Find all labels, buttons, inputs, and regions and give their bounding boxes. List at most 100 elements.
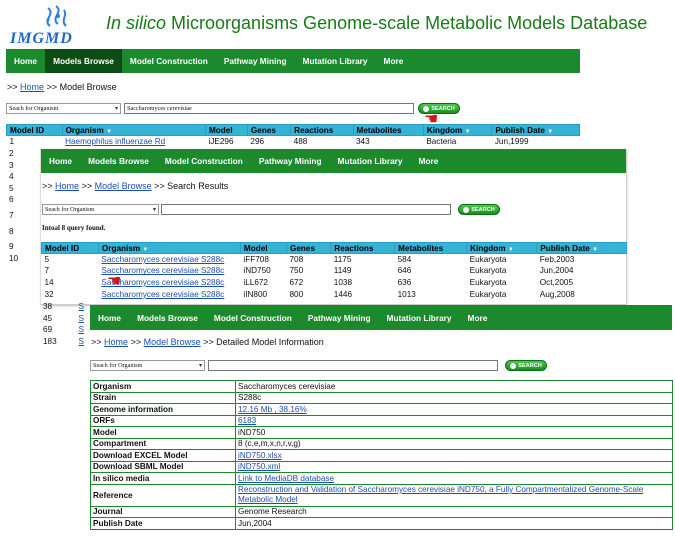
models-table: Model ID Organism ▼ Model Genes Reaction… bbox=[6, 124, 580, 147]
sort-icon: ▼ bbox=[507, 246, 514, 253]
row-id: 3 bbox=[9, 160, 14, 170]
organism-link[interactable]: S bbox=[79, 324, 84, 336]
nav-home[interactable]: Home bbox=[6, 49, 45, 73]
col-organism[interactable]: Organism ▼ bbox=[61, 124, 206, 136]
breadcrumb: >> Home >> Model Browse >> Search Result… bbox=[42, 181, 229, 191]
col-metabolites[interactable]: Metabolites bbox=[352, 124, 424, 136]
nav-model-construction[interactable]: Model Construction bbox=[206, 305, 300, 330]
col-organism[interactable]: Organism ▼ bbox=[97, 242, 241, 254]
download-sbml-link[interactable]: iND750.xml bbox=[238, 462, 280, 471]
search-input[interactable]: Saccharomyces cerevisiae bbox=[124, 103, 414, 114]
site-title: In silico Microorganisms Genome-scale Me… bbox=[106, 13, 648, 33]
table-row: 14 Saccharomyces cerevisiae S288c iLL672… bbox=[44, 277, 574, 287]
row-id: 9 bbox=[9, 242, 14, 252]
table-row: 1 Haemophilus influenzae Rd iJE296 296 4… bbox=[9, 137, 529, 147]
detail-row-organism: Organism Saccharomyces cerevisiae bbox=[90, 380, 673, 393]
nav-more[interactable]: More bbox=[411, 149, 447, 173]
breadcrumb-home[interactable]: Home bbox=[104, 337, 128, 347]
genome-info-link[interactable]: 12.16 Mb , 38.16% bbox=[238, 405, 307, 414]
model-detail-table: Organism Saccharomyces cerevisiae Strain S… bbox=[90, 380, 673, 530]
table-row: 183 S bbox=[43, 336, 84, 348]
sort-icon: ▼ bbox=[547, 128, 554, 135]
search-type-select[interactable]: Seach for Organism ▾ bbox=[6, 103, 121, 114]
nav-home[interactable]: Home bbox=[90, 305, 129, 330]
nav-home[interactable]: Home bbox=[41, 149, 80, 173]
row-id: 10 bbox=[9, 253, 19, 263]
col-metabolites[interactable]: Metabolites bbox=[394, 242, 468, 254]
results-table: Model ID Organism ▼ Model Genes Reaction… bbox=[41, 242, 627, 300]
chevron-down-icon: ▾ bbox=[114, 106, 118, 112]
col-reactions[interactable]: Reactions bbox=[330, 242, 396, 254]
col-reactions[interactable]: Reactions bbox=[290, 124, 354, 136]
col-publish-date[interactable]: Publish Date ▼ bbox=[491, 124, 580, 136]
breadcrumb-model-browse[interactable]: Model Browse bbox=[95, 181, 152, 191]
organism-link[interactable]: S bbox=[79, 301, 84, 313]
sort-icon: ▼ bbox=[464, 128, 471, 135]
col-model[interactable]: Model bbox=[239, 242, 287, 254]
sort-icon: ▼ bbox=[142, 246, 149, 253]
search-type-select[interactable]: Seach for Organism ▾ bbox=[42, 204, 159, 215]
row-id: 8 bbox=[9, 226, 14, 236]
panel-search-results: Home Models Browse Model Construction Pa… bbox=[40, 149, 627, 305]
chevron-down-icon: ▾ bbox=[198, 363, 202, 369]
nav-mutation-library[interactable]: Mutation Library bbox=[330, 149, 411, 173]
organism-link[interactable]: S bbox=[79, 313, 84, 325]
orfs-link[interactable]: 6183 bbox=[238, 416, 256, 425]
nav-models-browse[interactable]: Models Browse bbox=[80, 149, 157, 173]
nav-more[interactable]: More bbox=[376, 49, 412, 73]
search-input[interactable] bbox=[161, 204, 451, 215]
nav-mutation-library[interactable]: Mutation Library bbox=[295, 49, 376, 73]
col-genes[interactable]: Genes bbox=[285, 242, 332, 254]
nav-model-construction[interactable]: Model Construction bbox=[122, 49, 216, 73]
nav-pathway-mining[interactable]: Pathway Mining bbox=[300, 305, 379, 330]
nav-model-construction[interactable]: Model Construction bbox=[157, 149, 251, 173]
row-id: 4 bbox=[9, 172, 14, 182]
search-input[interactable] bbox=[208, 360, 498, 371]
col-kingdom[interactable]: Kingdom ▼ bbox=[422, 124, 493, 136]
table-row: 7 Saccharomyces cerevisiae S288c iND750 … bbox=[44, 266, 574, 276]
mediadb-link[interactable]: Link to MediaDB database bbox=[238, 474, 334, 483]
detail-row-journal: Journal Genome Research bbox=[90, 505, 673, 518]
table-row: 45 S bbox=[43, 313, 84, 325]
breadcrumb-home[interactable]: Home bbox=[55, 181, 79, 191]
search-type-select[interactable]: Seach for Organism ▾ bbox=[90, 360, 205, 371]
col-model[interactable]: Model bbox=[204, 124, 248, 136]
nav-mutation-library[interactable]: Mutation Library bbox=[379, 305, 460, 330]
detail-row-genome: Genome information 12.16 Mb , 38.16% bbox=[90, 403, 673, 416]
organism-link[interactable]: S bbox=[79, 336, 84, 348]
nav-more[interactable]: More bbox=[460, 305, 496, 330]
logo-text: IMGMD bbox=[10, 30, 73, 47]
detail-row-excel: Download EXCEL Model iND750.xlsx bbox=[90, 449, 673, 462]
nav-pathway-mining[interactable]: Pathway Mining bbox=[216, 49, 295, 73]
row-id: 6 bbox=[9, 195, 14, 205]
nav-models-browse[interactable]: Models Browse bbox=[129, 305, 206, 330]
detail-row-media: In silico media Link to MediaDB database bbox=[90, 472, 673, 485]
col-model-id[interactable]: Model ID bbox=[41, 242, 99, 254]
download-excel-link[interactable]: iND750.xlsx bbox=[238, 451, 282, 460]
table-row: 5 Saccharomyces cerevisiae S288c iFF708 … bbox=[44, 255, 575, 265]
row-id: 2 bbox=[9, 149, 14, 158]
breadcrumb-home[interactable]: Home bbox=[20, 82, 44, 92]
col-model-id[interactable]: Model ID bbox=[6, 124, 63, 136]
row-id-column: 2 3 4 5 6 7 8 9 10 bbox=[9, 148, 18, 264]
col-kingdom[interactable]: Kingdom ▼ bbox=[466, 242, 538, 254]
search-button[interactable]: SEARCH bbox=[505, 360, 547, 371]
table-row: 32 Saccharomyces cerevisiae S288c iIN800… bbox=[44, 289, 575, 299]
reference-link[interactable]: Reconstruction and Validation of Sacchar… bbox=[238, 485, 643, 504]
detail-row-orfs: ORFs 6183 bbox=[90, 414, 673, 427]
panel-model-detail: Home Models Browse Model Construction Pa… bbox=[90, 305, 673, 539]
search-dot-icon bbox=[463, 206, 470, 213]
nav-pathway-mining[interactable]: Pathway Mining bbox=[251, 149, 330, 173]
col-genes[interactable]: Genes bbox=[246, 124, 292, 136]
col-publish-date[interactable]: Publish Date ▼ bbox=[536, 242, 627, 254]
organism-link[interactable]: Haemophilus influenzae Rd bbox=[65, 137, 165, 146]
nav-bar: Home Models Browse Model Construction Pa… bbox=[41, 149, 626, 173]
nav-models-browse[interactable]: Models Browse bbox=[45, 49, 122, 73]
breadcrumb-model-browse[interactable]: Model Browse bbox=[144, 337, 201, 347]
row-id: 5 bbox=[9, 183, 14, 193]
sort-icon: ▼ bbox=[592, 246, 599, 253]
search-button[interactable]: SEARCH bbox=[458, 204, 500, 215]
table-row: 69 S bbox=[43, 324, 84, 336]
organism-link[interactable]: Saccharomyces cerevisiae S288c bbox=[101, 255, 224, 264]
partial-rows: 38 S 45 S 69 S 183 S bbox=[43, 301, 89, 347]
